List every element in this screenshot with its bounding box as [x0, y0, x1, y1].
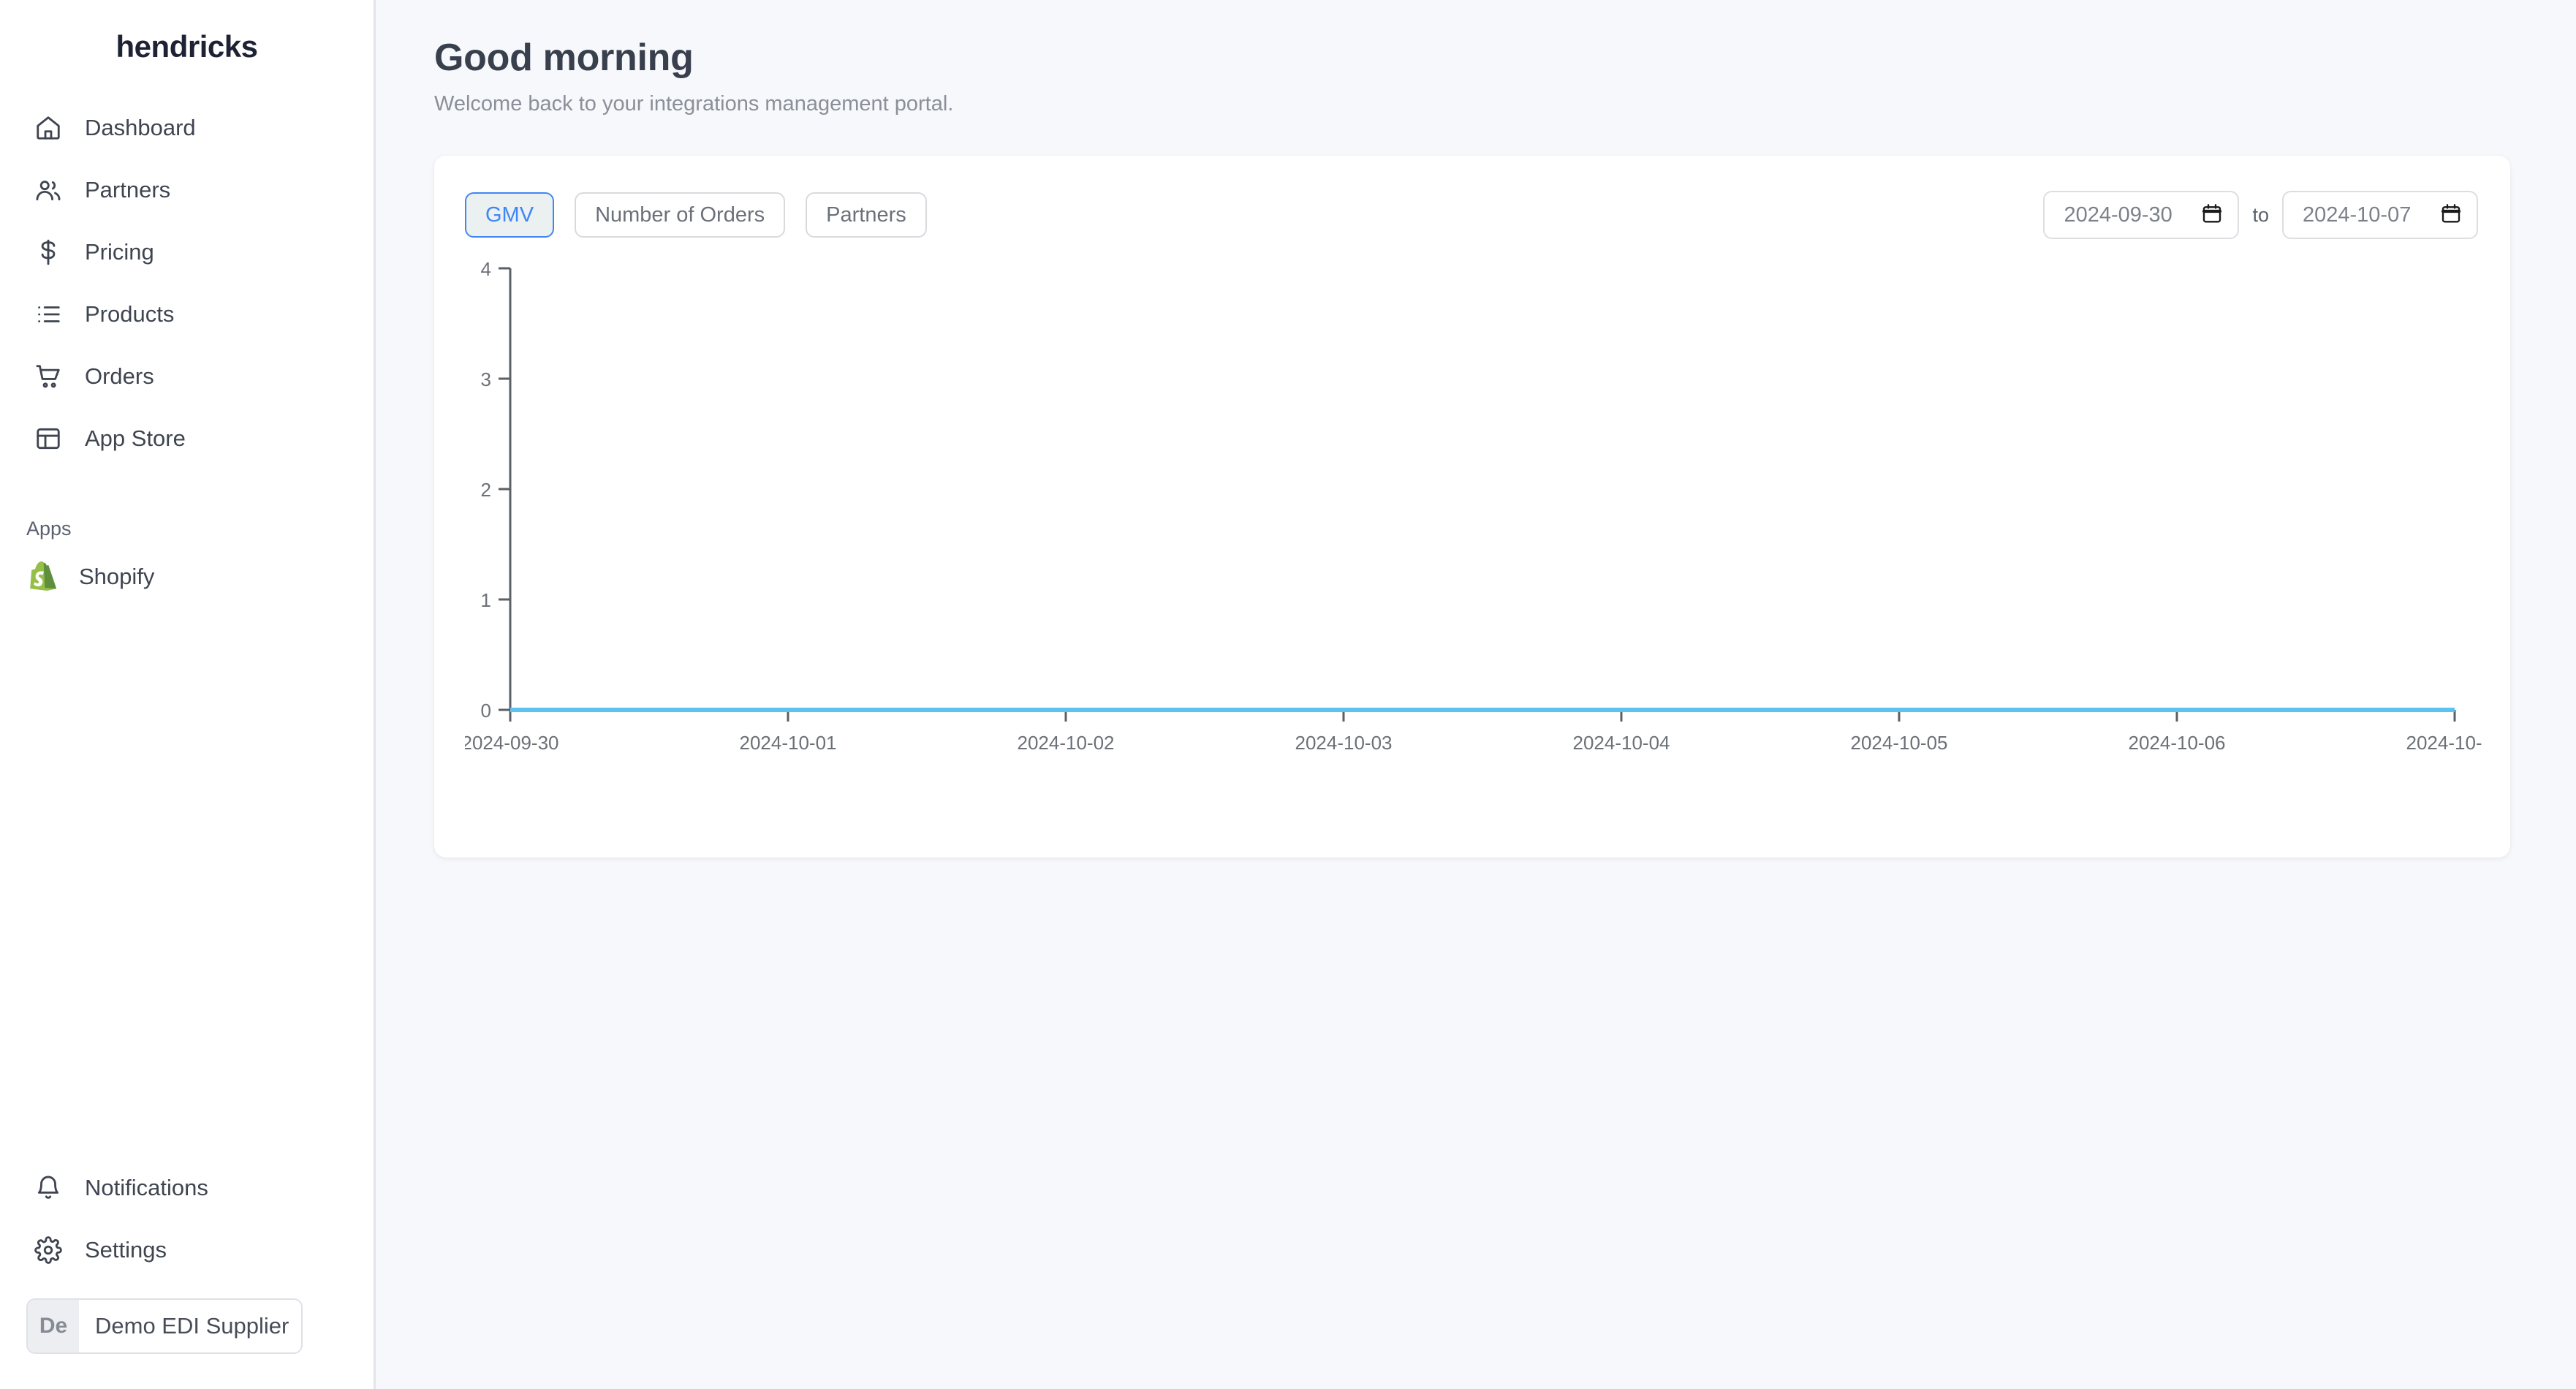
bell-icon: [34, 1173, 63, 1203]
svg-text:2024-10-04: 2024-10-04: [1573, 732, 1670, 754]
sidebar-item-settings[interactable]: Settings: [0, 1219, 374, 1281]
card-toolbar: GMV Number of Orders Partners 2024-09-30: [434, 156, 2510, 240]
svg-text:3: 3: [481, 368, 491, 390]
sidebar-item-label: Orders: [85, 363, 154, 389]
users-icon: [34, 175, 63, 205]
shopify-icon: [29, 561, 58, 591]
svg-text:2024-10-06: 2024-10-06: [2129, 732, 2226, 754]
calendar-icon[interactable]: [2201, 203, 2223, 228]
tab-partners[interactable]: Partners: [806, 192, 927, 238]
brand-text: hendricks: [115, 29, 258, 64]
calendar-icon[interactable]: [2440, 203, 2462, 228]
account-name: Demo EDI Supplier: [95, 1313, 289, 1339]
account-switcher[interactable]: De Demo EDI Supplier: [26, 1298, 303, 1354]
metric-tabs: GMV Number of Orders Partners: [465, 192, 927, 238]
list-icon: [34, 300, 63, 329]
page-title: Good morning: [434, 37, 694, 79]
home-icon: [34, 113, 63, 143]
sidebar-item-app-store[interactable]: App Store: [0, 407, 374, 469]
sidebar-item-partners[interactable]: Partners: [0, 159, 374, 221]
brand: hendricks: [0, 0, 374, 86]
sidebar-item-label: Partners: [85, 177, 171, 203]
svg-text:2024-10-07: 2024-10-07: [2406, 732, 2483, 754]
apps-section-label: Apps: [26, 518, 72, 540]
sidebar-item-label: Pricing: [85, 239, 154, 265]
sidebar-item-label: Dashboard: [85, 115, 196, 140]
primary-nav: Dashboard Partners Pricing Products Orde…: [0, 86, 374, 469]
metrics-card: GMV Number of Orders Partners 2024-09-30: [434, 156, 2510, 858]
sidebar-item-pricing[interactable]: Pricing: [0, 221, 374, 283]
svg-text:0: 0: [481, 700, 491, 722]
end-date-value: 2024-10-07: [2303, 203, 2412, 227]
start-date-input[interactable]: 2024-09-30: [2043, 191, 2240, 240]
sidebar-item-label: Products: [85, 301, 175, 327]
tab-gmv[interactable]: GMV: [465, 192, 555, 238]
sidebar-footer: Notifications Settings De Demo EDI Suppl…: [0, 1157, 374, 1389]
sidebar: hendricks Dashboard Partners Pricing Pro…: [0, 0, 376, 1389]
svg-text:2: 2: [481, 479, 491, 501]
layout-icon: [34, 424, 63, 453]
date-range-separator: to: [2252, 203, 2269, 226]
sidebar-item-dashboard[interactable]: Dashboard: [0, 96, 374, 159]
svg-text:2024-10-05: 2024-10-05: [1851, 732, 1948, 754]
sidebar-item-notifications[interactable]: Notifications: [0, 1157, 374, 1219]
page-subtitle: Welcome back to your integrations manage…: [434, 92, 954, 116]
sidebar-item-label: Notifications: [85, 1175, 208, 1200]
app-root: hendricks Dashboard Partners Pricing Pro…: [0, 0, 2576, 1389]
dollar-icon: [34, 238, 63, 267]
cart-icon: [34, 362, 63, 391]
chart-canvas: 0 1 2 3 4 2024-09-30 2024-10-01 2024-10-02 2024-…: [465, 258, 2483, 754]
sidebar-item-label: Settings: [85, 1237, 167, 1263]
svg-text:2024-10-01: 2024-10-01: [740, 732, 837, 754]
gmv-line-chart: 0 1 2 3 4 2024-09-30 2024-10-01 2024-10-02 2024-…: [465, 258, 2482, 836]
date-range-picker: 2024-09-30 to 2024-10-07: [2043, 191, 2478, 240]
svg-text:4: 4: [481, 258, 491, 280]
sidebar-item-label: Shopify: [79, 563, 155, 589]
svg-text:2024-10-02: 2024-10-02: [1018, 732, 1115, 754]
svg-text:1: 1: [481, 589, 491, 611]
svg-text:2024-09-30: 2024-09-30: [465, 732, 559, 754]
tab-number-of-orders[interactable]: Number of Orders: [575, 192, 786, 238]
avatar: De: [28, 1300, 79, 1352]
sidebar-item-products[interactable]: Products: [0, 283, 374, 345]
gear-icon: [34, 1235, 63, 1265]
main-content: Good morning Welcome back to your integr…: [376, 0, 2576, 1389]
sidebar-item-shopify[interactable]: Shopify: [0, 548, 374, 605]
sidebar-item-label: App Store: [85, 425, 186, 451]
end-date-input[interactable]: 2024-10-07: [2282, 191, 2478, 240]
sidebar-item-orders[interactable]: Orders: [0, 345, 374, 407]
start-date-value: 2024-09-30: [2064, 203, 2172, 227]
svg-text:2024-10-03: 2024-10-03: [1295, 732, 1393, 754]
